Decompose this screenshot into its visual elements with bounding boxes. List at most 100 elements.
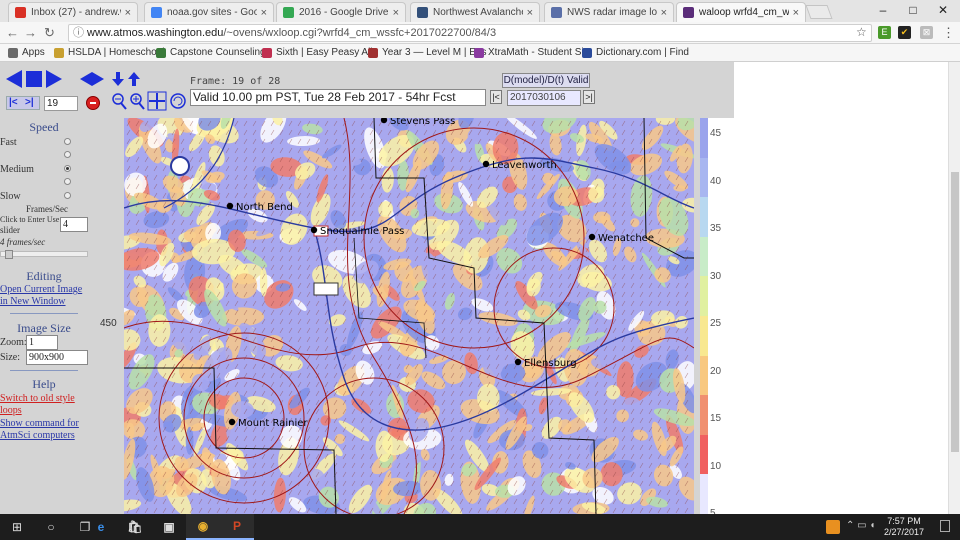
cortana-icon[interactable]: ▣ — [152, 514, 186, 540]
tab-gmail[interactable]: Inbox (27) - andrew.wo × — [8, 2, 138, 22]
close-button[interactable]: ✕ — [928, 0, 958, 20]
tab-docs[interactable]: noaa.gov sites - Google × — [144, 2, 274, 22]
bookmark-item[interactable]: Apps — [8, 47, 45, 58]
speed-radio-4[interactable] — [64, 178, 71, 185]
close-tab-icon[interactable]: × — [793, 7, 799, 19]
color-scale-swatch — [700, 395, 708, 436]
store-icon[interactable]: 🛍 — [118, 514, 152, 540]
bookmark-item[interactable]: HSLDA | Homeschool — [54, 47, 165, 58]
color-scale-swatch — [700, 157, 708, 199]
info-icon[interactable]: ⓘ — [73, 25, 84, 41]
norton-icon[interactable]: ✔ — [898, 26, 911, 39]
tab-nwac[interactable]: Northwest Avalanche C × — [410, 2, 540, 22]
url-field[interactable]: ⓘ www.atmos.washington.edu/~ovens/wxloop.… — [68, 24, 872, 42]
speed-radio-medium[interactable] — [64, 165, 71, 172]
address-bar: ← → ↻ ⓘ www.atmos.washington.edu/~ovens/w… — [0, 22, 960, 44]
reload-icon[interactable]: ↻ — [44, 25, 55, 41]
city-marker — [482, 160, 490, 168]
clock[interactable]: 7:57 PM 2/27/2017 — [884, 516, 924, 538]
city-marker — [588, 233, 596, 241]
tab-title: Northwest Avalanche C — [433, 7, 523, 18]
new-tab-button[interactable] — [805, 5, 833, 19]
first-last-button[interactable]: |< >| — [6, 96, 40, 110]
arrow-up-icon[interactable] — [128, 72, 140, 86]
powerpoint-icon[interactable]: P — [220, 514, 254, 540]
frame-counter: Frame: 19 of 28 — [190, 76, 281, 87]
bookmark-item[interactable]: Dictionary.com | Find — [582, 47, 689, 58]
action-center-icon[interactable] — [940, 520, 950, 532]
slider-thumb[interactable] — [5, 250, 13, 259]
close-tab-icon[interactable]: × — [661, 7, 667, 19]
dmodel-button[interactable]: D(model)/D(t) Valid — [502, 73, 590, 88]
speed-title: Speed — [29, 120, 59, 134]
zoom-input[interactable]: 1 — [26, 335, 58, 350]
speed-medium-label: Medium — [0, 164, 34, 175]
search-button[interactable]: ○ — [34, 514, 68, 540]
close-tab-icon[interactable]: × — [393, 7, 399, 19]
speed-fast-label: Fast — [0, 137, 17, 148]
tab-drive[interactable]: 2016 - Google Drive × — [276, 2, 406, 22]
bookmark-item[interactable]: Sixth | Easy Peasy All- — [262, 47, 376, 58]
bookmark-item[interactable]: Capstone Counseling — [156, 47, 266, 58]
prev-date-button[interactable]: |< — [490, 90, 502, 104]
city-label: Wenatchee — [598, 233, 654, 244]
speed-radio-slow[interactable] — [64, 192, 71, 199]
extension-icon[interactable]: ⊠ — [920, 26, 933, 39]
close-tab-icon[interactable]: × — [261, 7, 267, 19]
frame-number-input[interactable]: 19 — [44, 96, 78, 111]
weather-map[interactable]: Stevens Pass Leavenworth North Bend Snoqual… — [124, 118, 694, 514]
bookmark-item[interactable]: Year 3 — Level M | Eas — [368, 47, 487, 58]
color-scale-label: 35 — [710, 223, 722, 234]
web-page: |< >| 19 Frame: 19 of 28 Valid 10.00 pm … — [0, 62, 960, 514]
menu-icon[interactable]: ⋮ — [942, 25, 955, 41]
forward-icon[interactable]: → — [24, 25, 37, 40]
speed-radio-fast[interactable] — [64, 138, 71, 145]
loops-link[interactable]: loops — [0, 405, 22, 416]
next-date-button[interactable]: >| — [583, 90, 595, 104]
close-tab-icon[interactable]: × — [527, 7, 533, 19]
step-icon[interactable] — [92, 72, 104, 86]
switch-old-style-link[interactable]: Switch to old style — [0, 393, 75, 404]
speed-slider[interactable] — [0, 250, 88, 259]
page-blank-area — [734, 62, 948, 514]
tab-title: NWS radar image loop — [567, 7, 657, 18]
tray-icons[interactable]: ⌃ ▭ ◖ — [846, 520, 875, 531]
color-scale-label: 20 — [710, 365, 722, 377]
stop-icon[interactable] — [26, 71, 42, 87]
play-forward-icon[interactable] — [46, 70, 62, 88]
new-window-link[interactable]: in New Window — [0, 296, 66, 307]
edge-icon[interactable]: e — [84, 514, 118, 540]
tab-nws[interactable]: NWS radar image loop × — [544, 2, 674, 22]
bookmarks-bar: Apps HSLDA | Homeschool Capstone Counselin… — [0, 44, 960, 62]
show-command-link[interactable]: Show command for — [0, 418, 79, 429]
bookmark-label: XtraMath - Student Si — [488, 47, 584, 58]
color-scale-label: 15 — [710, 413, 722, 424]
arrow-down-icon[interactable] — [112, 72, 124, 86]
size-input[interactable]: 900x900 — [26, 350, 88, 365]
first-frame-label: |< — [9, 97, 18, 108]
play-backward-icon[interactable] — [6, 70, 22, 88]
tab-waloop[interactable]: waloop wrfd4_cm_wssfc × — [676, 2, 806, 22]
nwac-icon — [417, 7, 428, 18]
notification-icon[interactable] — [826, 520, 840, 534]
date-field[interactable]: 2017030106 — [507, 90, 581, 106]
start-button[interactable]: ⊞ — [0, 514, 34, 540]
atmsci-link[interactable]: AtmSci computers — [0, 430, 75, 441]
vertical-scrollbar[interactable] — [948, 62, 960, 514]
star-icon[interactable]: ☆ — [856, 25, 867, 39]
clock-time: 7:57 PM — [887, 516, 921, 526]
speed-radio-2[interactable] — [64, 151, 71, 158]
frames-sec-input[interactable]: 4 — [60, 217, 88, 232]
chrome-icon[interactable]: ◉ — [186, 514, 220, 540]
delete-icon[interactable] — [86, 96, 100, 110]
scrollbar-thumb[interactable] — [951, 172, 959, 452]
open-current-image-link[interactable]: Open Current Image — [0, 284, 82, 295]
latitude-label: 450 — [100, 318, 117, 329]
close-tab-icon[interactable]: × — [125, 7, 131, 19]
bookmark-item[interactable]: XtraMath - Student Si — [474, 47, 584, 58]
back-icon[interactable]: ← — [6, 25, 19, 40]
maximize-button[interactable]: □ — [898, 0, 928, 20]
extension-icon[interactable]: E — [878, 26, 891, 39]
zoom-pan-tools — [110, 90, 188, 112]
minimize-button[interactable]: – — [868, 0, 898, 20]
